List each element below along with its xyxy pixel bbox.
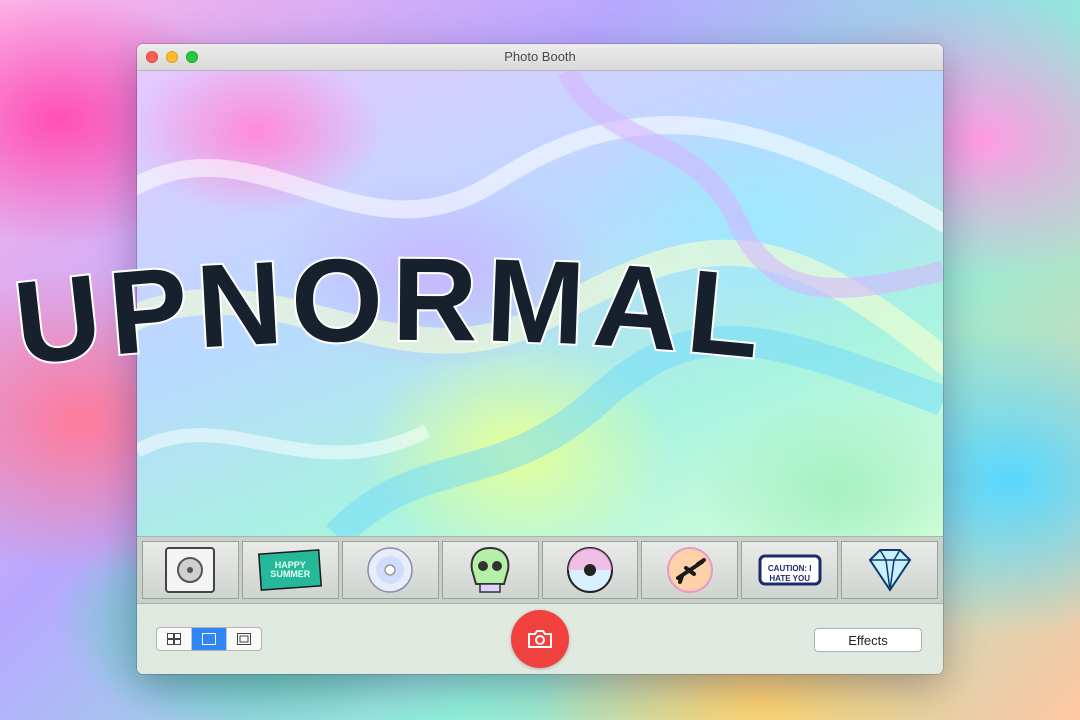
sticker-thumb-caution[interactable]: CAUTION: I HATE YOU — [741, 541, 839, 599]
take-photo-button[interactable] — [511, 610, 569, 668]
diamond-sticker-icon — [868, 549, 911, 592]
caution-sticker-text: CAUTION: I HATE YOU — [767, 564, 812, 583]
effects-button[interactable]: Effects — [814, 628, 922, 652]
sticker-thumb-make-happen[interactable] — [341, 541, 439, 599]
sticker-thumb-cassette[interactable] — [142, 541, 239, 599]
sticker-thumb-skull[interactable] — [441, 541, 539, 599]
title-bar: Photo Booth — [137, 44, 943, 71]
holographic-cd-icon — [566, 547, 613, 593]
make-happen-cd-icon — [367, 547, 413, 593]
four-up-icon — [167, 633, 181, 645]
airplane-sticker-icon — [666, 547, 713, 593]
sticker-thumb-airplane[interactable] — [641, 541, 739, 599]
sticker-thumb-happy-summer[interactable]: HAPPY SUMMER — [241, 541, 339, 599]
cassette-sticker-icon — [165, 547, 216, 593]
preview-swirl — [137, 71, 943, 536]
layout-mode-segmented-control — [156, 627, 262, 651]
camera-preview — [137, 71, 943, 536]
bottom-controls: Effects — [137, 604, 943, 674]
holographic-skull-icon — [470, 546, 510, 593]
sticker-thumb-holo-cd[interactable] — [541, 541, 639, 599]
video-mode-button[interactable] — [227, 628, 261, 650]
effects-sticker-strip: HAPPY SUMMER CAUTION: I HATE YOU — [137, 536, 943, 604]
film-strip-icon — [237, 633, 251, 645]
sticker-thumb-diamond[interactable] — [841, 541, 938, 599]
camera-icon — [528, 630, 552, 648]
four-up-mode-button[interactable] — [157, 628, 192, 650]
single-photo-icon — [202, 633, 216, 645]
single-photo-mode-button[interactable] — [192, 628, 227, 650]
happy-summer-sticker-text: HAPPY SUMMER — [270, 560, 311, 579]
window-title: Photo Booth — [504, 49, 576, 64]
photo-booth-window: Photo Booth HAPPY SUMMER CAUTION: I HATE… — [137, 44, 943, 674]
